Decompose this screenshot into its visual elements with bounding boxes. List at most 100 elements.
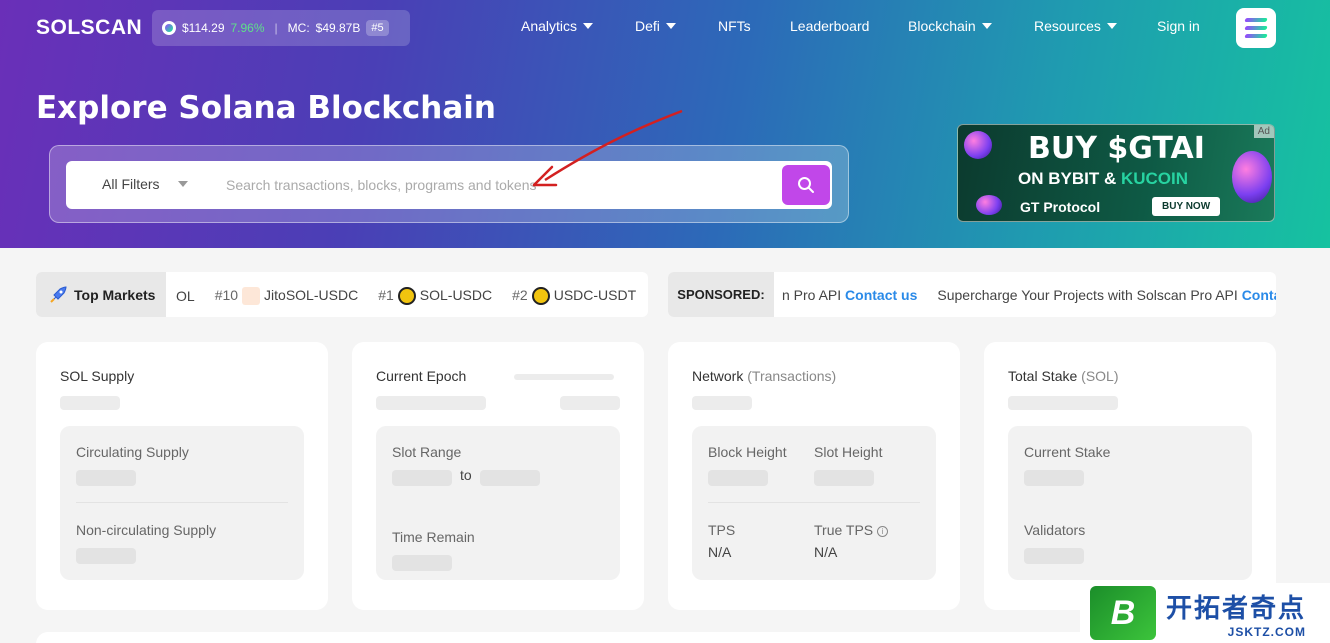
pair: SOL-USDC xyxy=(419,287,493,303)
page-title: Explore Solana Blockchain xyxy=(36,90,496,126)
sponsored-list: n Pro API Contact us Supercharge Your Pr… xyxy=(782,287,1276,303)
nav-label: Resources xyxy=(1034,18,1101,34)
ticker-item[interactable]: #10 JitoSOL-USDC xyxy=(214,287,359,306)
filter-select[interactable]: All Filters xyxy=(102,176,188,192)
watermark-badge: B 开拓者奇点 JSKTZ.COM xyxy=(1080,583,1330,643)
loading-skeleton xyxy=(1024,548,1084,564)
tps-value: N/A xyxy=(708,544,732,560)
true-tps-value: N/A xyxy=(814,544,838,560)
loading-skeleton xyxy=(60,396,120,410)
card-title: Network (Transactions) xyxy=(692,368,836,384)
card-title: Current Epoch xyxy=(376,368,467,384)
supply-details: Circulating Supply Non-circulating Suppl… xyxy=(60,426,304,580)
ticker-list: OL #10 JitoSOL-USDC #1 SOL-USDC #2 USDC-USD… xyxy=(176,287,636,306)
sponsored-item: Supercharge Your Projects with Solscan P… xyxy=(937,287,1276,303)
sponsored-item: n Pro API Contact us xyxy=(782,287,917,303)
price-ticker[interactable]: $114.29 7.96% | MC: $49.87B #5 xyxy=(152,10,410,46)
hero-banner: SOLSCAN $114.29 7.96% | MC: $49.87B #5 A… xyxy=(0,0,1330,248)
rank: #10 xyxy=(214,287,239,303)
time-remain-label: Time Remain xyxy=(392,529,475,545)
ticker-item[interactable]: #1 SOL-USDC xyxy=(378,287,493,306)
nav-label: Blockchain xyxy=(908,18,976,34)
rocket-icon xyxy=(50,285,67,303)
nav-analytics[interactable]: Analytics xyxy=(521,18,594,34)
solana-icon xyxy=(162,21,176,35)
network-card: Network (Transactions) Block Height Slot… xyxy=(668,342,960,610)
price-change: 7.96% xyxy=(230,21,265,35)
loading-skeleton xyxy=(708,470,768,486)
progress-skeleton xyxy=(514,374,614,380)
info-icon[interactable]: i xyxy=(877,525,889,537)
nav-nfts[interactable]: NFTs xyxy=(718,18,751,34)
mc-value: $49.87B xyxy=(315,21,361,35)
card-title: SOL Supply xyxy=(60,368,135,384)
solana-menu-button[interactable] xyxy=(1236,8,1276,48)
tps-label: TPS xyxy=(708,522,736,538)
search-icon xyxy=(798,177,814,193)
pair: OL xyxy=(176,288,195,305)
loading-skeleton xyxy=(560,396,620,410)
rank: #2 xyxy=(512,287,528,303)
ad-subline: ON BYBIT & KUCOIN xyxy=(1018,169,1188,189)
pair: JitoSOL-USDC xyxy=(264,287,359,303)
nav-label: Sign in xyxy=(1157,18,1200,34)
contact-link[interactable]: Contact us xyxy=(845,287,917,303)
true-tps-text: True TPS xyxy=(814,522,874,538)
non-circulating-supply-label: Non-circulating Supply xyxy=(76,522,217,538)
ticker-item[interactable]: #2 USDC-USDT xyxy=(512,287,636,306)
sponsored-label: SPONSORED: xyxy=(668,272,774,317)
usdc-coin-icon xyxy=(531,287,550,306)
ad-subline-a: ON BYBIT & xyxy=(1018,169,1117,188)
loading-skeleton xyxy=(1008,396,1118,410)
nav-label: Leaderboard xyxy=(790,18,870,34)
nav-blockchain[interactable]: Blockchain xyxy=(908,18,992,34)
stake-details: Current Stake Validators xyxy=(1008,426,1252,580)
epoch-details: Slot Range to Time Remain xyxy=(376,426,620,580)
red-arrow-annotation xyxy=(532,109,683,187)
search-box: All Filters xyxy=(66,161,832,209)
total-stake-card: Total Stake (SOL) Current Stake Validato… xyxy=(984,342,1276,610)
card-title-sub: (Transactions) xyxy=(747,368,837,384)
card-title-main: Network xyxy=(692,368,744,384)
ticker-item[interactable]: OL xyxy=(176,288,195,304)
ad-headline: BUY $GTAI xyxy=(1028,131,1205,166)
ad-brand: GT Protocol xyxy=(1020,199,1101,215)
decorative-orb xyxy=(964,131,992,159)
sponsored-fragment: n Pro API xyxy=(782,287,842,303)
sol-supply-card: SOL Supply Circulating Supply Non-circul… xyxy=(36,342,328,610)
slot-height-label: Slot Height xyxy=(814,444,883,460)
loading-skeleton xyxy=(392,470,452,486)
ad-banner[interactable]: BUY $GTAI ON BYBIT & KUCOIN GT Protocol … xyxy=(957,124,1275,222)
filter-label: All Filters xyxy=(102,176,160,192)
rank: #1 xyxy=(378,287,394,303)
rank-badge: #5 xyxy=(366,20,389,36)
loading-skeleton xyxy=(692,396,752,410)
ad-subline-b: KUCOIN xyxy=(1120,169,1189,188)
jitosol-icon xyxy=(242,287,261,306)
to-label: to xyxy=(460,467,472,483)
watermark-cn: 开拓者奇点 xyxy=(1166,592,1307,623)
chevron-down-icon xyxy=(583,23,594,29)
decorative-orb xyxy=(1232,151,1272,203)
contact-link[interactable]: Conta xyxy=(1242,287,1276,303)
search-button[interactable] xyxy=(782,165,830,205)
network-details: Block Height Slot Height TPS N/A True TP… xyxy=(692,426,936,580)
ad-buy-now-button[interactable]: BUY NOW xyxy=(1152,197,1221,216)
card-title: Total Stake (SOL) xyxy=(1008,368,1119,384)
top-markets-bar: Top Markets OL #10 JitoSOL-USDC #1 SOL-USD… xyxy=(36,272,648,317)
search-container: All Filters xyxy=(49,145,849,223)
chevron-down-icon xyxy=(177,181,188,187)
loading-skeleton xyxy=(376,396,486,410)
divider xyxy=(708,502,920,503)
bar xyxy=(1244,26,1268,30)
sign-in-link[interactable]: Sign in xyxy=(1157,18,1200,34)
nav-leaderboard[interactable]: Leaderboard xyxy=(790,18,869,34)
solscan-logo[interactable]: SOLSCAN xyxy=(36,16,142,40)
loading-skeleton xyxy=(76,470,136,486)
watermark-text: 开拓者奇点 JSKTZ.COM xyxy=(1166,588,1306,639)
current-stake-label: Current Stake xyxy=(1024,444,1111,460)
nav-defi[interactable]: Defi xyxy=(635,18,676,34)
chevron-down-icon xyxy=(665,23,676,29)
nav-label: NFTs xyxy=(718,18,751,34)
nav-resources[interactable]: Resources xyxy=(1034,18,1117,34)
